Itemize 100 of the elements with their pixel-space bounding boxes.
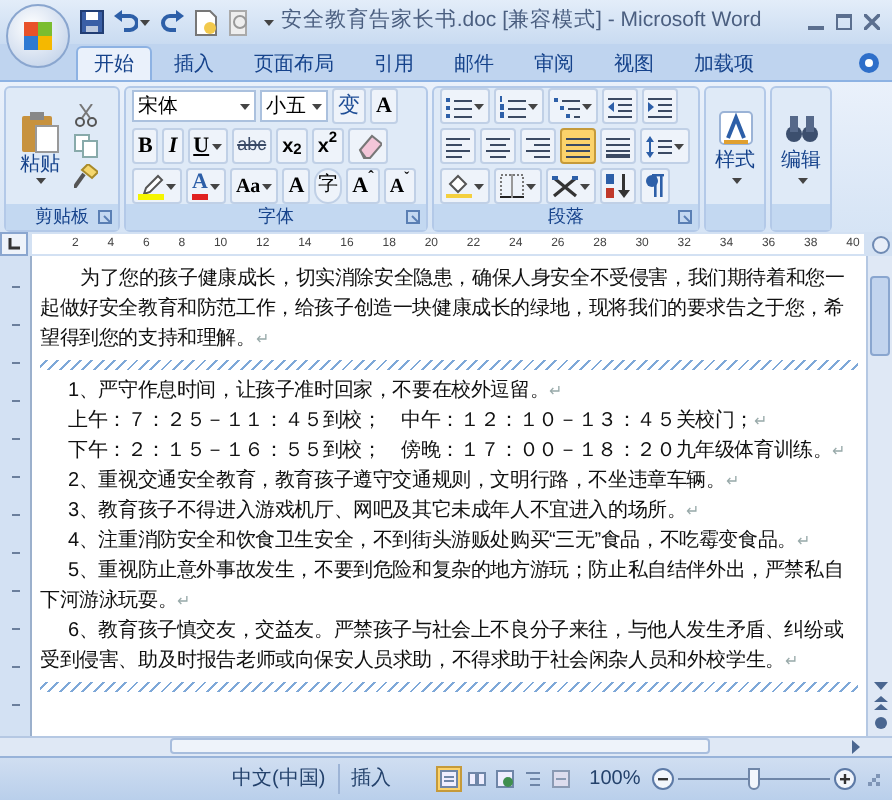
reading-view-button[interactable] [463, 766, 490, 792]
increase-indent-button[interactable] [642, 88, 678, 124]
asian-layout-button[interactable] [546, 168, 596, 204]
office-button[interactable] [6, 4, 70, 68]
enclose-button[interactable]: 字 [314, 168, 343, 204]
format-painter-button[interactable] [74, 164, 98, 188]
group-label: 字体 [258, 204, 294, 230]
font-color-button[interactable]: A [186, 168, 226, 204]
zoom-in-button[interactable] [834, 768, 857, 790]
ribbon-tab[interactable]: 加载项 [676, 46, 772, 80]
scroll-down-button[interactable] [873, 682, 887, 690]
open-book-icon [467, 770, 486, 788]
underline-label: U [193, 131, 210, 162]
zoom-level: 100% [589, 766, 641, 794]
editing-button[interactable]: 编辑 [781, 109, 821, 183]
paragraph-text: 上午：７：２５－１１：４５到校； 中午：１２：１０－１３：４５关校门；↵ [66, 407, 770, 436]
tab-selector[interactable] [0, 232, 28, 256]
font-size-combo[interactable]: 小五 [260, 90, 328, 122]
save-button[interactable] [80, 10, 104, 34]
page-icon [439, 770, 458, 788]
caret-icon [731, 177, 741, 183]
zoom-slider[interactable] [678, 768, 831, 790]
styles-button[interactable]: 样式 [715, 109, 755, 183]
previous-page-button[interactable] [873, 696, 887, 710]
align-left-icon [446, 135, 470, 157]
align-right-button[interactable] [520, 128, 556, 164]
line-spacing-button[interactable] [640, 128, 690, 164]
zoom-out-button[interactable] [652, 768, 675, 790]
paste-button[interactable]: 粘贴 [10, 109, 70, 183]
dialog-launcher-icon [678, 210, 692, 224]
browse-object-button[interactable] [873, 716, 887, 730]
sort-button[interactable] [600, 168, 636, 204]
grow-font-button[interactable]: A$^{ˆ}$ [346, 168, 380, 204]
show-marks-button[interactable] [640, 168, 670, 204]
close-button[interactable] [864, 14, 880, 30]
justify-button[interactable] [560, 128, 596, 164]
ribbon-tab[interactable]: 插入 [156, 46, 232, 80]
char-shading-button[interactable]: A [282, 168, 311, 204]
subscript-button[interactable]: x$_{2}$ [276, 128, 308, 164]
caret-icon [166, 183, 176, 189]
phonetic-guide-button[interactable]: 变 [332, 88, 366, 124]
redo-button[interactable] [160, 10, 184, 34]
cut-button[interactable] [74, 104, 98, 128]
bullets-button[interactable] [440, 88, 490, 124]
language-indicator[interactable]: 中文(中国) [224, 764, 334, 794]
plus-circle-icon [834, 768, 857, 790]
borders-button[interactable] [494, 168, 542, 204]
view-ruler-button[interactable] [868, 235, 892, 253]
resize-grip-icon [866, 772, 881, 786]
ribbon-tab[interactable]: 邮件 [436, 46, 512, 80]
shrink-font-button[interactable]: A$^{ˇ}$ [383, 168, 416, 204]
align-left-button[interactable] [440, 128, 476, 164]
bold-button[interactable]: B [132, 128, 159, 164]
customize-toolbar-button[interactable] [262, 19, 274, 25]
ribbon-tab[interactable]: 审阅 [516, 46, 592, 80]
decrease-indent-button[interactable] [602, 88, 638, 124]
slider-thumb[interactable] [748, 768, 761, 790]
italic-button[interactable]: I [162, 128, 184, 164]
undo-arrow-icon [114, 10, 138, 34]
align-center-button[interactable] [480, 128, 516, 164]
help-button[interactable] [858, 52, 880, 74]
numbering-button[interactable] [494, 88, 544, 124]
ribbon-tab[interactable]: 页面布局 [236, 46, 352, 80]
highlight-button[interactable] [132, 168, 182, 204]
shading-button[interactable] [440, 168, 490, 204]
clear-format-button[interactable] [347, 128, 388, 164]
maximize-button[interactable] [836, 14, 852, 30]
paragraph-text: 5、重视防止意外事故发生，不要到危险和复杂的地方游玩；防止私自结伴外出，严禁私自下河游泳玩耍。↵ [40, 557, 846, 616]
undo-button[interactable] [114, 10, 150, 34]
eraser-icon [353, 133, 382, 159]
ribbon-tab[interactable]: 引用 [356, 46, 432, 80]
distributed-button[interactable] [600, 128, 636, 164]
magnifier-page-icon [228, 9, 252, 35]
print-layout-view-button[interactable] [435, 766, 462, 792]
ribbon-tab[interactable]: 开始 [76, 46, 152, 80]
caret-icon [240, 103, 250, 109]
new-document-button[interactable] [194, 9, 218, 35]
align-right-icon [526, 135, 550, 157]
caret-icon [526, 183, 536, 189]
caret-icon [264, 19, 274, 25]
double-up-arrow-icon [873, 696, 887, 710]
strikethrough-button[interactable]: abc [231, 128, 273, 164]
superscript-button[interactable]: x$^{2}$ [311, 128, 344, 164]
copy-pages-icon [74, 134, 98, 158]
scroll-thumb[interactable] [870, 276, 890, 356]
align-center-icon [486, 135, 510, 157]
paint-bucket-icon [446, 174, 472, 198]
insert-mode-indicator[interactable]: 插入 [337, 764, 404, 794]
group-label: 段落 [548, 204, 584, 230]
char-border-button[interactable]: A [370, 88, 398, 124]
font-name-combo[interactable]: 宋体 [132, 90, 256, 122]
horizontal-scroll-thumb[interactable] [170, 738, 710, 754]
paragraph-text: 下午：２：１５－１６：５５到校； 傍晚：１７：００－１８：２０九年级体育训练。↵ [66, 437, 849, 466]
change-case-button[interactable]: Aa [229, 168, 279, 204]
web-layout-view-button[interactable] [491, 766, 518, 792]
ribbon-tab[interactable]: 视图 [596, 46, 672, 80]
underline-button[interactable]: U [187, 128, 228, 164]
multilevel-button[interactable] [548, 88, 598, 124]
office-logo-icon [22, 20, 54, 52]
down-arrow-icon [873, 682, 887, 690]
